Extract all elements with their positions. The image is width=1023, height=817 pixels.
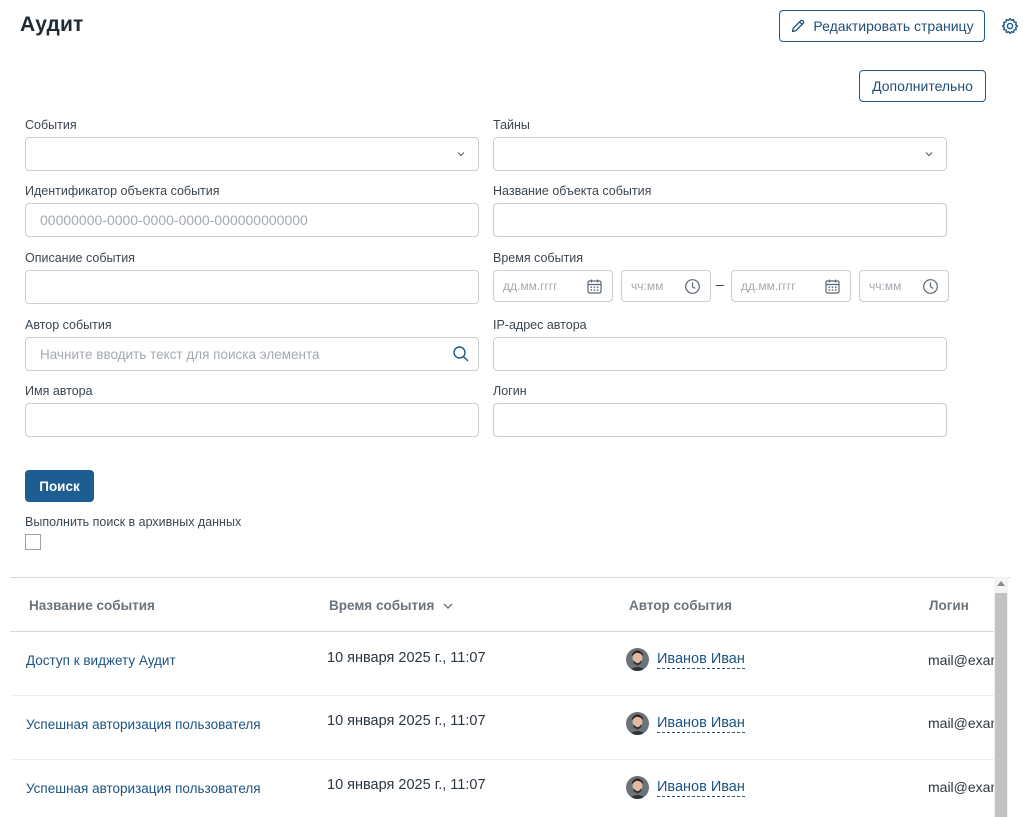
avatar (626, 712, 649, 735)
table-row: Доступ к виджету Аудит 10 января 2025 г.… (10, 632, 1002, 696)
event-time: 10 января 2025 г., 11:07 (327, 650, 486, 666)
chevron-down-icon (457, 152, 465, 157)
table-row: Успешная авторизация пользователя 10 янв… (10, 696, 1002, 760)
event-time: 10 января 2025 г., 11:07 (327, 777, 486, 793)
gear-icon[interactable] (1000, 16, 1020, 36)
column-header-time-label: Время события (329, 598, 435, 613)
login-input[interactable] (493, 403, 947, 437)
scroll-up-arrow-icon[interactable] (997, 581, 1005, 586)
page-title: Аудит (20, 13, 84, 36)
avatar (626, 648, 649, 671)
author-name-label: Имя автора (25, 384, 93, 398)
event-author[interactable]: Иванов Иван (626, 776, 745, 799)
time-from-placeholder: чч:мм (631, 279, 664, 293)
table-row: Успешная авторизация пользователя 10 янв… (10, 760, 1002, 817)
column-header-author[interactable]: Автор события (629, 598, 732, 613)
archive-search-checkbox[interactable] (25, 534, 41, 550)
date-from-placeholder: дд.мм.гггг (503, 279, 558, 293)
calendar-icon[interactable] (586, 278, 603, 295)
edit-page-button[interactable]: Редактировать страницу (779, 10, 985, 42)
description-label: Описание события (25, 251, 135, 265)
audit-table: Название события Время события Автор соб… (10, 577, 1010, 817)
edit-page-label: Редактировать страницу (813, 18, 974, 34)
event-name-link[interactable]: Успешная авторизация пользователя (26, 717, 261, 732)
chevron-down-icon (925, 152, 933, 157)
event-name-link[interactable]: Доступ к виджету Аудит (26, 653, 176, 668)
author-ip-label: IP-адрес автора (493, 318, 587, 332)
range-separator: – (716, 276, 724, 292)
event-name-link[interactable]: Успешная авторизация пользователя (26, 781, 261, 796)
date-to-input[interactable]: дд.мм.гггг (731, 270, 851, 302)
archive-search-label: Выполнить поиск в архивных данных (25, 515, 242, 529)
author-label: Автор события (25, 318, 112, 332)
avatar (626, 776, 649, 799)
author-login: mail@exam (928, 652, 1003, 668)
author-login: mail@exam (928, 715, 1003, 731)
author-placeholder: Начните вводить текст для поиска элемент… (40, 346, 320, 362)
author-login: mail@exam (928, 779, 1003, 795)
column-header-login[interactable]: Логин (929, 598, 969, 613)
event-author[interactable]: Иванов Иван (626, 648, 745, 671)
pencil-icon (792, 19, 805, 33)
time-to-input[interactable]: чч:мм (859, 270, 949, 302)
event-author[interactable]: Иванов Иван (626, 712, 745, 735)
clock-icon[interactable] (922, 278, 939, 295)
author-search-input[interactable]: Начните вводить текст для поиска элемент… (25, 337, 479, 371)
secrets-select[interactable] (493, 137, 947, 171)
clock-icon[interactable] (684, 278, 701, 295)
search-icon[interactable] (452, 345, 470, 363)
column-header-time[interactable]: Время события (329, 598, 454, 613)
event-time-label: Время события (493, 251, 584, 265)
date-to-placeholder: дд.мм.гггг (741, 279, 796, 293)
search-button[interactable]: Поиск (25, 470, 94, 502)
author-name-input[interactable] (25, 403, 479, 437)
event-time: 10 января 2025 г., 11:07 (327, 713, 486, 729)
object-id-input[interactable]: 00000000-0000-0000-0000-000000000000 (25, 203, 479, 237)
login-label: Логин (493, 384, 527, 398)
author-name-link: Иванов Иван (657, 650, 745, 669)
sort-chevron-down-icon (443, 603, 453, 609)
description-input[interactable] (25, 270, 479, 304)
time-from-input[interactable]: чч:мм (621, 270, 711, 302)
object-id-placeholder: 00000000-0000-0000-0000-000000000000 (40, 212, 308, 228)
object-id-label: Идентификатор объекта события (25, 184, 220, 198)
author-ip-input[interactable] (493, 337, 947, 371)
date-from-input[interactable]: дд.мм.гггг (493, 270, 613, 302)
object-name-label: Название объекта события (493, 184, 652, 198)
events-select[interactable] (25, 137, 479, 171)
more-button[interactable]: Дополнительно (859, 70, 986, 102)
time-to-placeholder: чч:мм (869, 279, 902, 293)
events-label: События (25, 118, 77, 132)
scroll-thumb[interactable] (995, 593, 1007, 817)
calendar-icon[interactable] (824, 278, 841, 295)
table-scrollbar[interactable] (994, 577, 1008, 817)
object-name-input[interactable] (493, 203, 947, 237)
author-name-link: Иванов Иван (657, 714, 745, 733)
secrets-label: Тайны (493, 118, 530, 132)
column-header-event[interactable]: Название события (29, 598, 155, 613)
author-name-link: Иванов Иван (657, 778, 745, 797)
